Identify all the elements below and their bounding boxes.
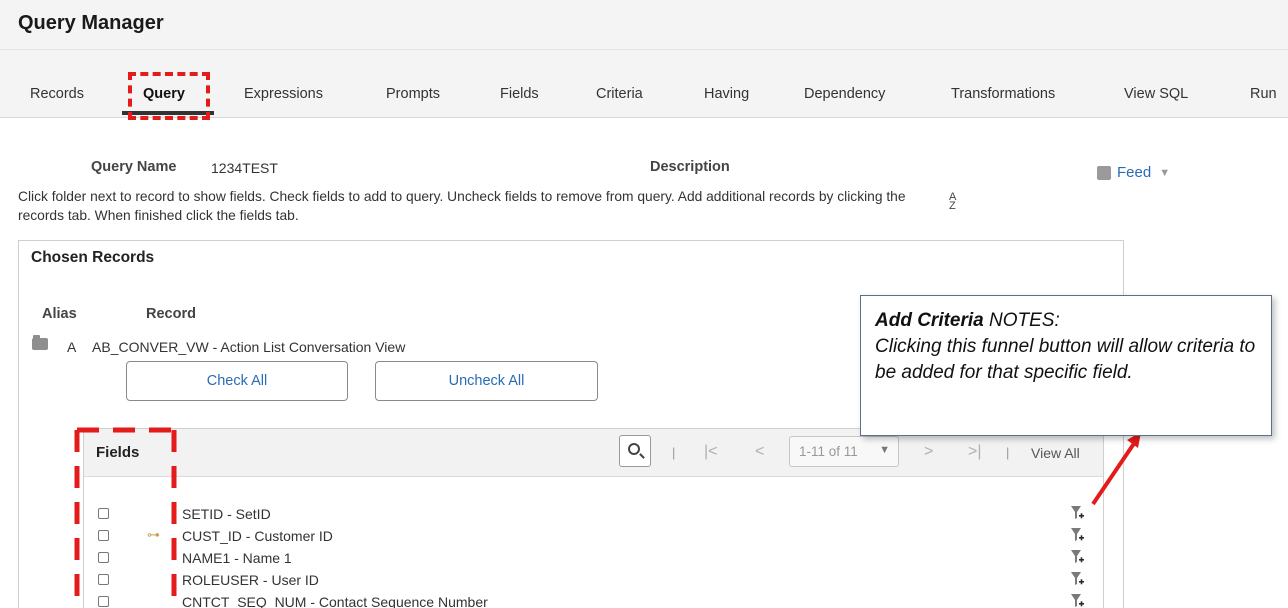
table-row: ROLEUSER - User ID (84, 570, 1103, 592)
instructions-text: Click folder next to record to show fiel… (18, 189, 906, 223)
tab-fields[interactable]: Fields (500, 86, 539, 102)
record-column-header: Record (146, 306, 196, 322)
toolbar-separator: | (1006, 445, 1010, 460)
funnel-add-icon[interactable] (1070, 504, 1084, 522)
fields-grid-header: Fields | |< < 1-11 of 11 ▼ > >| | View A… (84, 429, 1103, 477)
prev-page-icon[interactable]: < (755, 443, 764, 461)
record-alias: A (67, 339, 77, 355)
field-checkbox[interactable] (98, 508, 109, 519)
search-icon (628, 443, 640, 455)
active-tab-indicator (122, 111, 214, 115)
alias-column-header: Alias (42, 306, 77, 322)
tab-view-sql[interactable]: View SQL (1124, 86, 1188, 102)
chosen-records-title: Chosen Records (31, 249, 155, 266)
field-checkbox[interactable] (98, 552, 109, 563)
field-name: NAME1 - Name 1 (182, 550, 292, 566)
fields-grid-title: Fields (96, 444, 140, 461)
funnel-add-icon[interactable] (1070, 570, 1084, 588)
next-page-icon[interactable]: > (924, 443, 933, 461)
tab-dependency[interactable]: Dependency (804, 86, 885, 102)
field-checkbox[interactable] (98, 574, 109, 585)
field-checkbox[interactable] (98, 530, 109, 541)
chevron-down-icon: ▼ (1159, 166, 1171, 179)
funnel-add-icon[interactable] (1070, 592, 1084, 608)
view-all-link[interactable]: View All (1031, 445, 1080, 461)
table-row: CNTCT_SEQ_NUM - Contact Sequence Number (84, 592, 1103, 608)
feed-menu[interactable]: Feed ▼ (1097, 164, 1170, 181)
sort-icon[interactable]: AZ (949, 192, 956, 212)
note-body: Clicking this funnel button will allow c… (875, 336, 1256, 383)
field-name: CUST_ID - Customer ID (182, 528, 333, 544)
fields-grid: Fields | |< < 1-11 of 11 ▼ > >| | View A… (83, 428, 1104, 608)
tab-run[interactable]: Run (1250, 86, 1277, 102)
funnel-add-icon[interactable] (1070, 526, 1084, 544)
page-title: Query Manager (18, 12, 164, 34)
tab-expressions[interactable]: Expressions (244, 86, 323, 102)
field-name: CNTCT_SEQ_NUM - Contact Sequence Number (182, 594, 488, 608)
note-title-rest: NOTES: (983, 310, 1060, 331)
last-page-icon[interactable]: >| (968, 443, 982, 461)
tab-having[interactable]: Having (704, 86, 749, 102)
tab-prompts[interactable]: Prompts (386, 86, 440, 102)
chevron-down-icon: ▼ (879, 444, 890, 456)
check-all-button[interactable]: Check All (126, 361, 348, 401)
key-icon: ⊶ (147, 527, 160, 542)
toolbar-separator: | (672, 445, 676, 460)
tab-transformations[interactable]: Transformations (951, 86, 1055, 102)
title-bar: Query Manager (0, 0, 1288, 50)
page-range-value: 1-11 of 11 (799, 444, 858, 459)
query-name-label: Query Name (91, 159, 177, 175)
funnel-add-icon[interactable] (1070, 548, 1084, 566)
uncheck-all-button[interactable]: Uncheck All (375, 361, 598, 401)
table-row: SETID - SetID (84, 504, 1103, 526)
field-checkbox[interactable] (98, 596, 109, 607)
tab-bar: Records Query Expressions Prompts Fields… (0, 50, 1288, 118)
description-label: Description (650, 159, 730, 175)
search-button[interactable] (619, 435, 651, 467)
query-name-value: 1234TEST (211, 160, 278, 176)
field-name: SETID - SetID (182, 506, 271, 522)
feed-icon (1097, 165, 1111, 180)
record-name: AB_CONVER_VW - Action List Conversation … (92, 339, 406, 355)
first-page-icon[interactable]: |< (704, 443, 718, 461)
note-title-bold: Add Criteria (875, 310, 984, 331)
table-row: NAME1 - Name 1 (84, 548, 1103, 570)
table-row: ⊶ CUST_ID - Customer ID (84, 526, 1103, 548)
feed-label: Feed (1117, 164, 1152, 181)
folder-icon[interactable] (32, 335, 48, 350)
field-name: ROLEUSER - User ID (182, 572, 319, 588)
tab-records[interactable]: Records (30, 86, 84, 102)
page-range-select[interactable]: 1-11 of 11 ▼ (789, 436, 899, 467)
tab-query[interactable]: Query (143, 86, 185, 102)
tab-criteria[interactable]: Criteria (596, 86, 643, 102)
annotation-note: Add Criteria NOTES: Clicking this funnel… (860, 295, 1272, 436)
